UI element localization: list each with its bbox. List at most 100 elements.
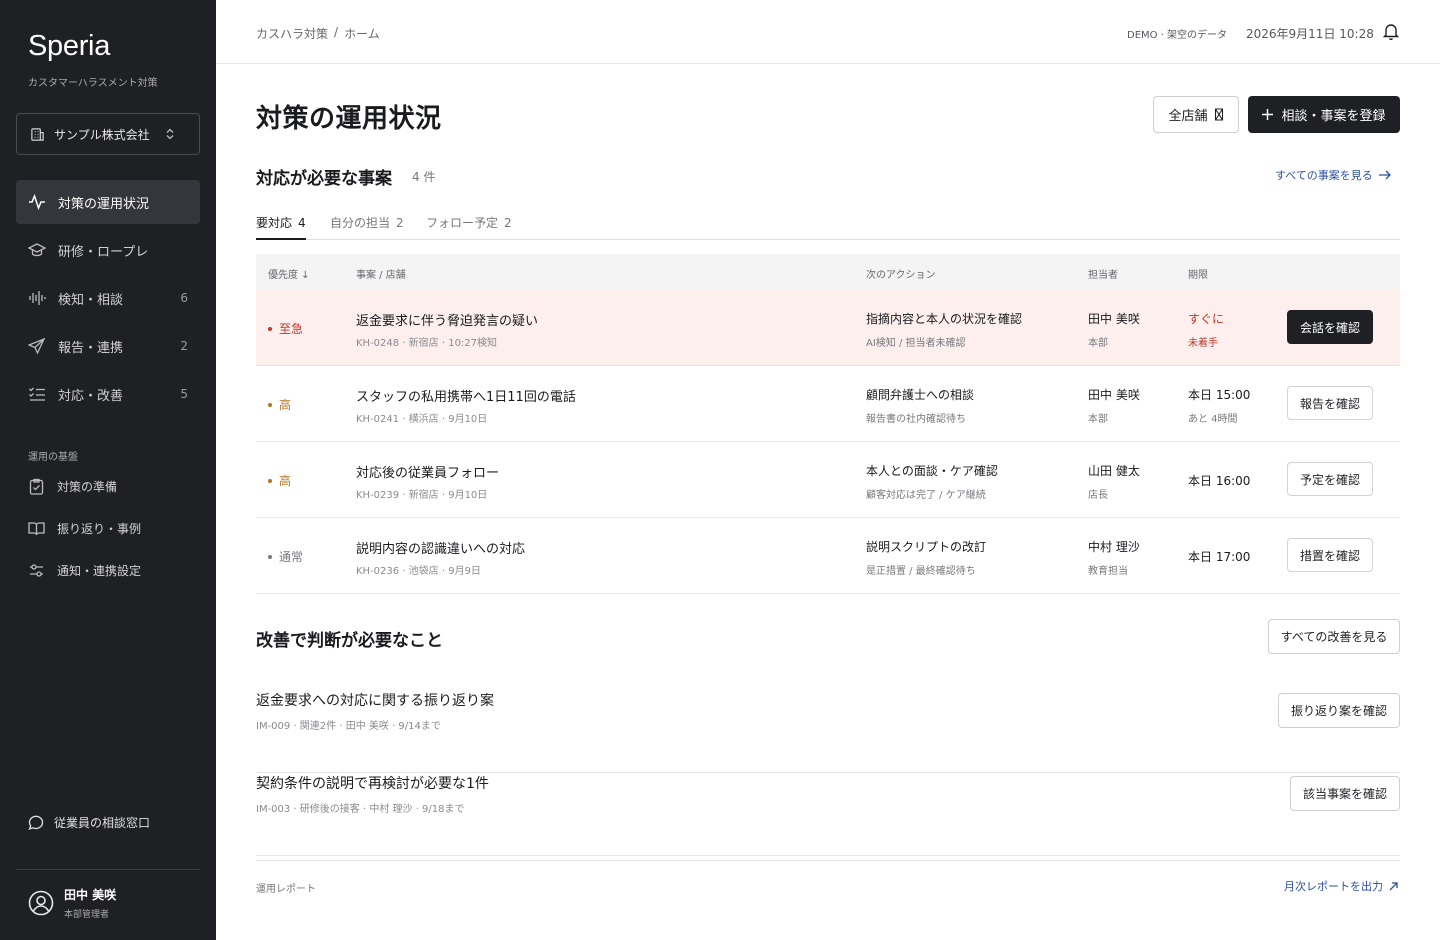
check-reflection-button[interactable]: 振り返り案を確認 <box>1278 693 1400 728</box>
check-related-case-button[interactable]: 該当事案を確認 <box>1290 776 1400 811</box>
improvements-section-title: 改善で判断が必要なこと <box>256 631 443 651</box>
employee-consult-link[interactable]: 従業員の相談窓口 <box>28 814 150 831</box>
nav-item-detection[interactable]: 検知・相談 6 <box>16 276 200 320</box>
next-action-sub: 報告書の社内確認待ち <box>866 414 966 425</box>
sidebar-item-label: 対策の準備 <box>57 479 118 494</box>
activity-icon <box>28 193 46 211</box>
priority-label: 高 <box>279 398 292 412</box>
view-all-cases-label: すべての事案を見る <box>1275 169 1373 182</box>
owner-name: 山田 健太 <box>1088 464 1140 478</box>
user-circle-icon <box>28 890 54 916</box>
user-name: 田中 美咲 <box>64 888 117 902</box>
export-monthly-report-link[interactable]: 月次レポートを出力 <box>1284 878 1398 894</box>
sidebar-divider <box>16 869 200 870</box>
owner-dept: 店長 <box>1088 490 1108 501</box>
bell-icon[interactable] <box>1383 22 1399 40</box>
report-label: 運用レポート <box>256 884 316 895</box>
case-title: 返金要求に伴う脅迫発言の疑い <box>356 314 539 329</box>
priority-label: 高 <box>279 474 292 488</box>
view-all-cases-link[interactable]: すべての事案を見る <box>1275 167 1391 183</box>
th-owner: 担当者 <box>1088 270 1118 281</box>
nav-item-training[interactable]: 研修・ロープレ <box>16 228 200 272</box>
current-datetime: 2026年9月11日 10:28 <box>1246 27 1374 41</box>
tab-needs-action[interactable]: 要対応 4 <box>256 214 306 240</box>
next-action-sub: 是正措置 / 最終確認待ち <box>866 566 976 577</box>
table-row[interactable]: 高 対応後の従業員フォロー KH-0239 · 新宿店 · 9月10日 本人との… <box>256 442 1400 518</box>
table-row[interactable]: 高 スタッフの私用携帯へ1日11回の電話 KH-0241 · 横浜店 · 9月1… <box>256 366 1400 442</box>
sidebar-section-label: 運用の基盤 <box>28 452 78 463</box>
nav-item-reports[interactable]: 報告・連携 2 <box>16 324 200 368</box>
improvement-item[interactable]: 返金要求への対応に関する振り返り案 IM-009 · 関連2件 · 田中 美咲 … <box>256 690 1400 773</box>
priority-badge: 高 <box>268 396 291 413</box>
priority-badge: 高 <box>268 472 291 489</box>
tab-count: 2 <box>504 216 512 230</box>
next-action: 説明スクリプトの改訂 <box>866 540 987 554</box>
tab-count: 4 <box>298 216 306 230</box>
owner-name: 中村 理沙 <box>1088 540 1140 554</box>
nav-count: 5 <box>180 387 188 401</box>
owner-name: 田中 美咲 <box>1088 388 1140 402</box>
cases-count: 4 件 <box>412 170 436 184</box>
book-open-icon <box>28 520 45 537</box>
nav-label: 報告・連携 <box>58 340 124 356</box>
clipboard-check-icon <box>28 478 45 495</box>
case-meta: KH-0236 · 池袋店 · 9月9日 <box>356 566 481 577</box>
next-action-sub: 顧客対応は完了 / ケア継続 <box>866 490 986 501</box>
tab-my-assignments[interactable]: 自分の担当 2 <box>330 214 404 240</box>
tab-label: 自分の担当 <box>330 216 391 230</box>
store-filter-button[interactable]: 全店舗 <box>1153 96 1239 133</box>
check-schedule-button[interactable]: 予定を確認 <box>1287 462 1373 496</box>
footer-divider <box>256 860 1400 861</box>
priority-label: 至急 <box>279 322 304 336</box>
register-case-button[interactable]: 相談・事案を登録 <box>1248 96 1400 133</box>
nav-item-operations[interactable]: 対策の運用状況 <box>16 180 200 224</box>
owner-dept: 教育担当 <box>1088 566 1128 577</box>
due-date: 本日 16:00 <box>1188 474 1251 488</box>
improvement-title: 契約条件の説明で再検討が必要な1件 <box>256 776 489 792</box>
next-action: 顧問弁護士への相談 <box>866 388 975 402</box>
chevron-updown-icon <box>165 128 175 140</box>
next-action-sub: AI検知 / 担当者未確認 <box>866 338 966 349</box>
improvement-title: 返金要求への対応に関する振り返り案 <box>256 693 494 709</box>
owner-name: 田中 美咲 <box>1088 312 1140 326</box>
check-report-button[interactable]: 報告を確認 <box>1287 386 1373 420</box>
sidebar-item-reflection[interactable]: 振り返り・事例 <box>28 518 141 538</box>
priority-dot <box>268 554 272 559</box>
owner-dept: 本部 <box>1088 338 1108 349</box>
audio-wave-icon <box>28 289 46 307</box>
sidebar-item-notifications[interactable]: 通知・連携設定 <box>28 560 141 580</box>
export-label: 月次レポートを出力 <box>1284 880 1383 893</box>
priority-dot <box>268 326 272 331</box>
brand-logo[interactable]: Speria <box>28 30 110 63</box>
org-selector[interactable]: サンプル株式会社 <box>16 113 200 155</box>
sidebar-item-preparation[interactable]: 対策の準備 <box>28 476 117 496</box>
cases-section-title: 対応が必要な事案 <box>256 169 392 189</box>
case-title: 説明内容の認識違いへの対応 <box>356 542 526 557</box>
th-due: 期限 <box>1188 270 1208 281</box>
user-profile[interactable]: 田中 美咲 本部管理者 <box>28 886 116 920</box>
breadcrumb-item[interactable]: カスハラ対策 <box>256 25 328 42</box>
brand-subtitle: カスタマーハラスメント対策 <box>28 78 158 89</box>
table-row[interactable]: 通常 説明内容の認識違いへの対応 KH-0236 · 池袋店 · 9月9日 説明… <box>256 518 1400 594</box>
table-header: 優先度 ↓ 事案 / 店舗 次のアクション 担当者 期限 <box>256 254 1400 290</box>
user-role: 本部管理者 <box>64 910 110 920</box>
send-icon <box>28 337 46 355</box>
check-measure-button[interactable]: 措置を確認 <box>1287 538 1373 572</box>
tab-follow-up[interactable]: フォロー予定 2 <box>426 214 512 240</box>
improvement-item[interactable]: 契約条件の説明で再検討が必要な1件 IM-003 · 研修後の接客 · 中村 理… <box>256 773 1400 856</box>
priority-dot <box>268 478 272 483</box>
nav-label: 対策の運用状況 <box>58 196 150 212</box>
due-date: 本日 15:00 <box>1188 388 1251 402</box>
case-title: 対応後の従業員フォロー <box>356 466 500 481</box>
arrow-up-right-icon <box>1389 881 1398 891</box>
th-priority[interactable]: 優先度 ↓ <box>268 266 310 281</box>
nav-item-response[interactable]: 対応・改善 5 <box>16 372 200 416</box>
tab-count: 2 <box>396 216 404 230</box>
due-status: 未着手 <box>1188 338 1218 349</box>
table-row[interactable]: 至急 返金要求に伴う脅迫発言の疑い KH-0248 · 新宿店 · 10:27検… <box>256 290 1400 366</box>
check-conversation-button[interactable]: 会話を確認 <box>1287 310 1373 344</box>
improvement-meta: IM-003 · 研修後の接客 · 中村 理沙 · 9/18まで <box>256 804 465 815</box>
view-all-improvements-button[interactable]: すべての改善を見る <box>1268 619 1400 654</box>
hourglass-icon <box>1214 108 1224 121</box>
sidebar: Speria カスタマーハラスメント対策 サンプル株式会社 対策の運用状況 研修… <box>0 0 216 940</box>
